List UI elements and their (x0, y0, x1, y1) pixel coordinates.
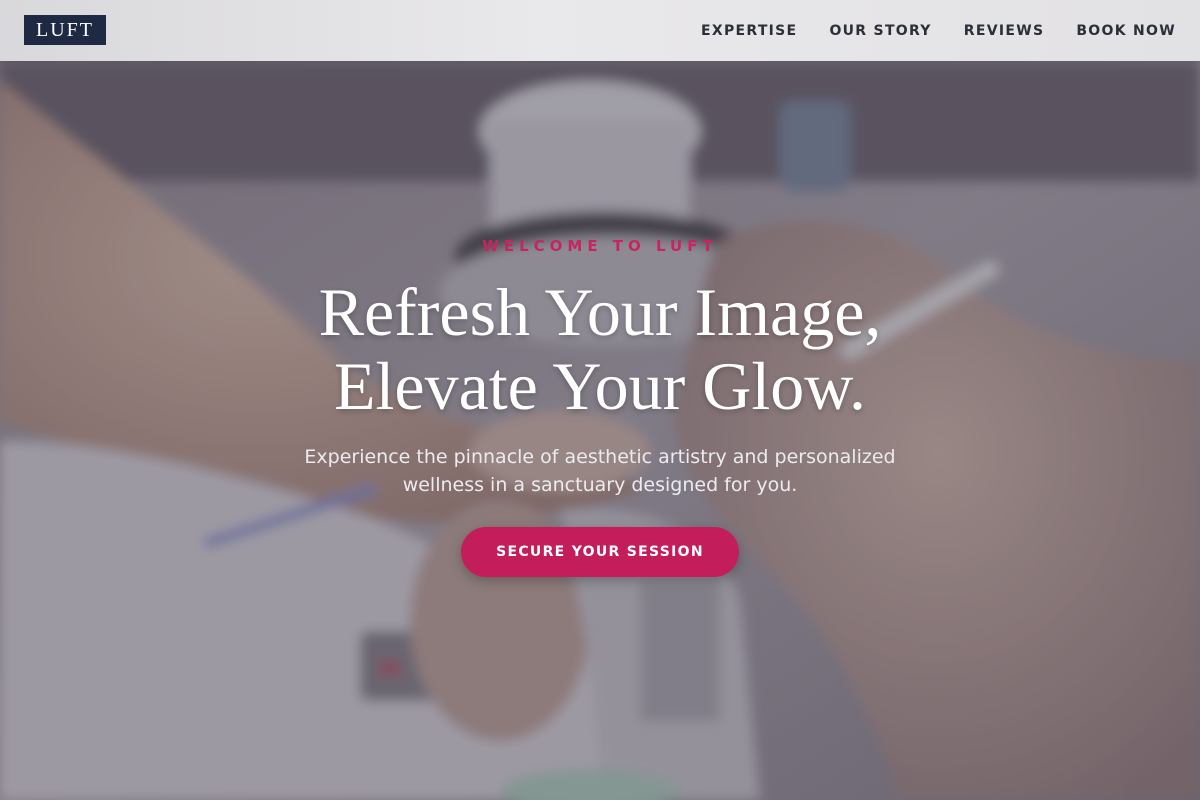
hero-section (0, 61, 1200, 800)
hero-headline: Refresh Your Image, Elevate Your Glow. (0, 275, 1200, 423)
nav-item-our-story[interactable]: OUR STORY (829, 23, 931, 39)
hero-overlay (0, 61, 1200, 800)
secure-session-button[interactable]: SECURE YOUR SESSION (461, 527, 739, 577)
hero-subtext-line-2: wellness in a sanctuary designed for you… (402, 474, 798, 496)
nav-item-reviews[interactable]: REVIEWS (964, 23, 1045, 39)
nav-item-book-now[interactable]: BOOK NOW (1076, 23, 1176, 39)
hero-subtext-line-1: Experience the pinnacle of aesthetic art… (304, 446, 896, 468)
hero-headline-line-1: Refresh Your Image, (318, 274, 882, 350)
hero-subtext: Experience the pinnacle of aesthetic art… (280, 443, 920, 499)
logo[interactable]: LUFT (24, 15, 106, 45)
nav-item-expertise[interactable]: EXPERTISE (701, 23, 797, 39)
hero-eyebrow: WELCOME TO LUFT (482, 237, 718, 255)
site-header: LUFT EXPERTISE OUR STORY REVIEWS BOOK NO… (0, 0, 1200, 61)
main-nav: EXPERTISE OUR STORY REVIEWS BOOK NOW (701, 0, 1176, 61)
hero-headline-line-2: Elevate Your Glow. (334, 348, 866, 424)
